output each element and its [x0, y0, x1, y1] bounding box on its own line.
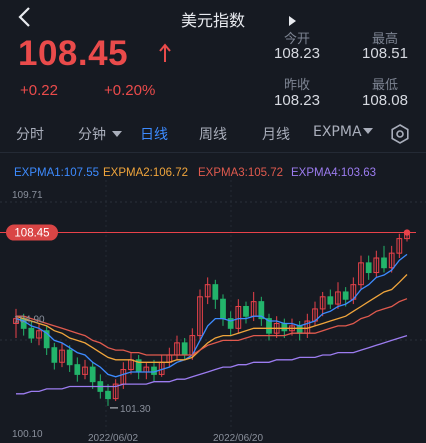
candle	[212, 284, 219, 300]
candle	[151, 366, 157, 375]
legend-expma1: EXPMA1:107.55	[14, 167, 100, 179]
play-icon[interactable]	[289, 16, 296, 26]
candle	[28, 327, 35, 339]
expma1-line	[15, 253, 408, 378]
x-axis-label-1: 2022/06/02	[88, 433, 138, 443]
open-value: 108.23	[274, 45, 320, 62]
price-tag-label: 108.45	[14, 228, 49, 240]
tab-indicator-expma[interactable]: EXPMA	[313, 124, 373, 140]
tab-weekly[interactable]: 周线	[199, 124, 227, 144]
tab-monthly[interactable]: 月线	[262, 124, 290, 144]
candle	[66, 349, 73, 366]
last-price-dot	[403, 229, 411, 236]
expma2-line	[15, 274, 408, 363]
candle	[381, 257, 387, 269]
prev-close-label: 昨收	[283, 78, 310, 93]
gear-icon[interactable]	[390, 124, 410, 144]
x-axis-label-2: 2022/06/20	[213, 433, 263, 443]
min-price-label: 101.30	[120, 404, 151, 415]
expma3-line	[16, 298, 408, 356]
price-change: +0.22	[20, 82, 58, 99]
low-label: 最低	[371, 78, 398, 93]
candle	[342, 291, 349, 300]
y-axis-label-bottom: 100.10	[12, 429, 43, 440]
candle	[74, 364, 81, 375]
chevron-down-icon	[362, 128, 373, 134]
current-price: 108.45	[18, 34, 129, 73]
candle	[220, 298, 226, 320]
legend-expma3: EXPMA3:105.72	[198, 167, 284, 179]
candle	[89, 366, 96, 383]
tab-daily[interactable]: 日线	[140, 124, 168, 144]
arrow-up-icon	[159, 43, 171, 62]
candle	[105, 390, 111, 400]
legend-expma4: EXPMA4:103.63	[291, 167, 377, 179]
y-axis-label-top: 109.71	[12, 190, 43, 201]
low-value: 108.08	[362, 92, 408, 109]
candle	[181, 342, 188, 356]
tab-minute-label: 分钟	[78, 127, 106, 143]
candlestick-chart[interactable]: 108.45 109.71 104.90 100.10 101.30 2022/…	[0, 180, 426, 443]
price-change-percent: +0.20%	[104, 82, 156, 99]
period-tabs: 分时 分钟 日线 周线 月线 EXPMA	[0, 116, 426, 153]
candle	[327, 296, 334, 305]
candle	[365, 262, 372, 274]
legend-expma2: EXPMA2:106.72	[103, 167, 189, 179]
candle	[281, 322, 288, 332]
tab-intraday[interactable]: 分时	[16, 124, 44, 144]
tab-indicator-label: EXPMA	[313, 124, 362, 140]
y-axis-label-mid: 104.90	[14, 315, 45, 326]
high-value: 108.51	[362, 45, 408, 62]
prev-close-value: 108.23	[274, 92, 320, 109]
candle	[296, 325, 303, 334]
tab-minute[interactable]: 分钟	[78, 124, 122, 144]
chevron-down-icon	[112, 131, 122, 137]
candle	[51, 347, 58, 363]
candle	[243, 305, 249, 317]
